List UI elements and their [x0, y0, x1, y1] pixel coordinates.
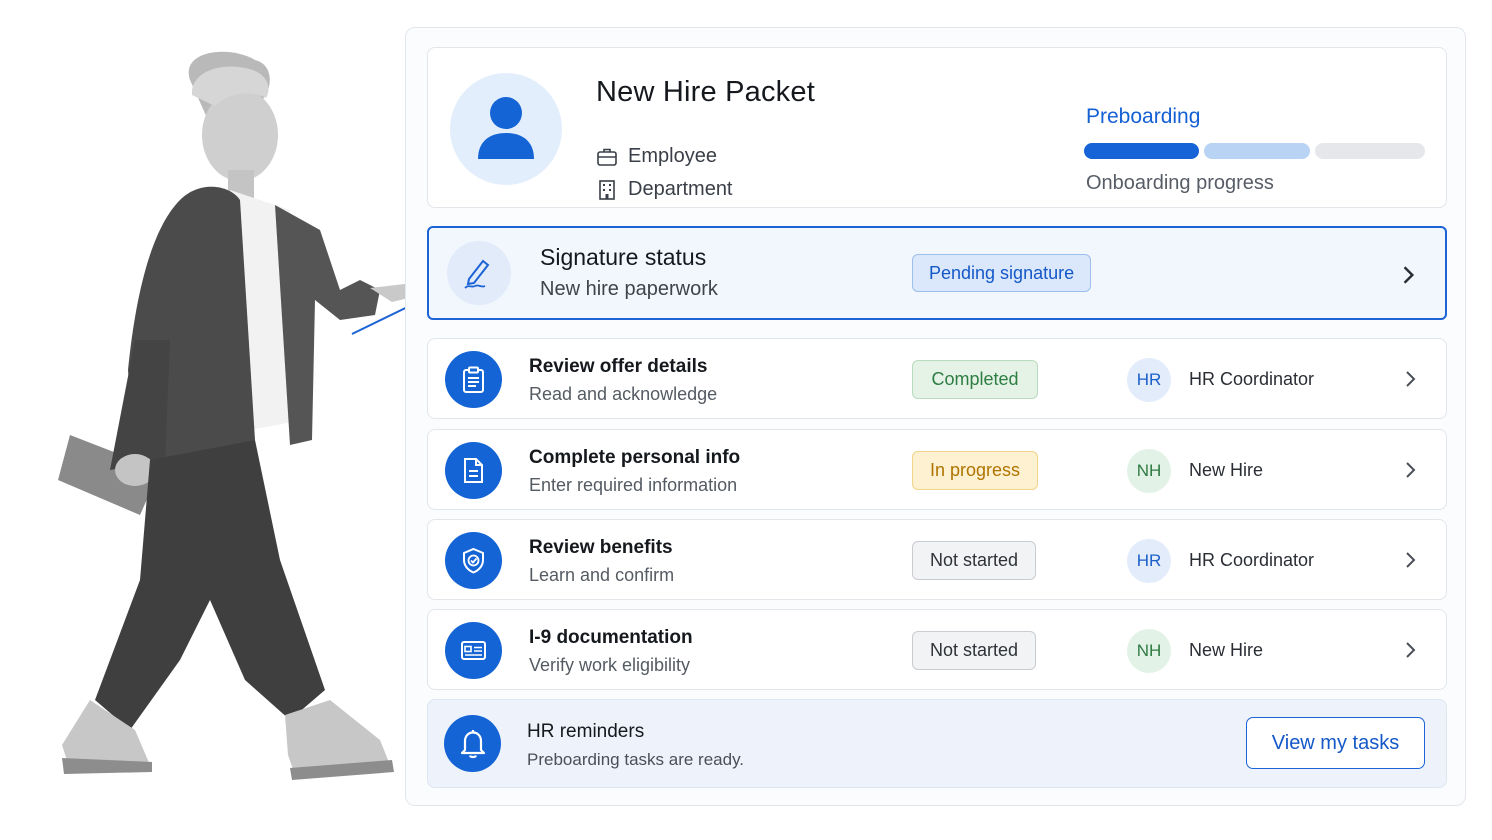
clipboard-icon	[463, 366, 484, 393]
reminders-subtitle: Preboarding tasks are ready.	[527, 750, 745, 769]
user-icon	[478, 97, 534, 159]
chevron-right-icon[interactable]	[1402, 551, 1420, 569]
task-title: I-9 documentation	[529, 627, 693, 648]
reminder-icon-wrap	[444, 715, 501, 772]
status-badge: In progress	[912, 451, 1038, 490]
progress-caption: Onboarding progress	[1086, 172, 1274, 194]
bell-icon	[460, 730, 486, 759]
signature-status-card[interactable]: Signature status New hire paperwork Pend…	[427, 226, 1447, 320]
assignee-avatar: HR	[1127, 358, 1171, 402]
status-badge: Not started	[912, 541, 1036, 580]
signature-icon-wrap	[447, 241, 511, 305]
chevron-right-icon[interactable]	[1399, 264, 1419, 286]
status-badge: Pending signature	[912, 254, 1092, 292]
chevron-right-icon[interactable]	[1402, 461, 1420, 479]
hr-reminders-card: HR reminders Preboarding tasks are ready…	[427, 699, 1447, 788]
task-subtitle: Learn and confirm	[529, 565, 675, 585]
pen-signature-icon	[464, 259, 490, 289]
department-label: Department	[628, 178, 733, 200]
task-icon-wrap	[445, 622, 502, 679]
task-subtitle: Read and acknowledge	[529, 384, 718, 404]
assignee-name: New Hire	[1189, 640, 1264, 660]
task-row-review-offer[interactable]: Review offer details Read and acknowledg…	[427, 338, 1447, 419]
task-icon-wrap	[445, 532, 502, 589]
assignee-avatar: NH	[1127, 629, 1171, 673]
progress-segment-complete	[1084, 143, 1199, 159]
signature-title: Signature status	[540, 244, 707, 270]
task-title: Review benefits	[529, 537, 673, 558]
assignee-avatar: HR	[1127, 539, 1171, 583]
assignee-name: HR Coordinator	[1189, 550, 1315, 570]
signature-subtitle: New hire paperwork	[540, 278, 718, 300]
view-my-tasks-button[interactable]: View my tasks	[1246, 717, 1425, 769]
task-subtitle: Verify work eligibility	[529, 655, 691, 675]
task-title: Complete personal info	[529, 447, 741, 468]
employee-avatar	[450, 73, 562, 185]
page-title: New Hire Packet	[596, 76, 815, 108]
person-illustration	[58, 51, 420, 780]
task-subtitle: Enter required information	[529, 475, 738, 495]
task-row-personal-info[interactable]: Complete personal info Enter required in…	[427, 429, 1447, 510]
onboarding-progress-bar	[1084, 143, 1425, 159]
assignee-name: New Hire	[1189, 460, 1264, 480]
task-icon-wrap	[445, 442, 502, 499]
progress-segment-active	[1204, 143, 1310, 159]
stage-label: Preboarding	[1086, 105, 1201, 128]
task-icon-wrap	[445, 351, 502, 408]
department-row: Department	[596, 178, 733, 201]
onboarding-panel: New Hire Packet Employee Department Preb…	[405, 27, 1466, 806]
task-row-review-benefits[interactable]: Review benefits Learn and confirm Not st…	[427, 519, 1447, 600]
shield-check-icon	[463, 547, 484, 574]
task-row-i9-documentation[interactable]: I-9 documentation Verify work eligibilit…	[427, 609, 1447, 690]
progress-segment-pending	[1315, 143, 1425, 159]
building-icon	[599, 179, 615, 200]
task-title: Review offer details	[529, 356, 708, 377]
briefcase-icon	[597, 148, 617, 166]
id-card-icon	[461, 641, 486, 660]
document-icon	[464, 458, 483, 483]
employee-label: Employee	[628, 145, 717, 167]
reminders-title: HR reminders	[527, 721, 645, 742]
assignee-avatar: NH	[1127, 449, 1171, 493]
status-badge: Not started	[912, 631, 1036, 670]
chevron-right-icon[interactable]	[1402, 641, 1420, 659]
status-badge: Completed	[912, 360, 1038, 399]
packet-header-card: New Hire Packet Employee Department Preb…	[427, 47, 1447, 208]
chevron-right-icon[interactable]	[1402, 370, 1420, 388]
assignee-name: HR Coordinator	[1189, 369, 1315, 389]
employee-row: Employee	[596, 145, 717, 168]
